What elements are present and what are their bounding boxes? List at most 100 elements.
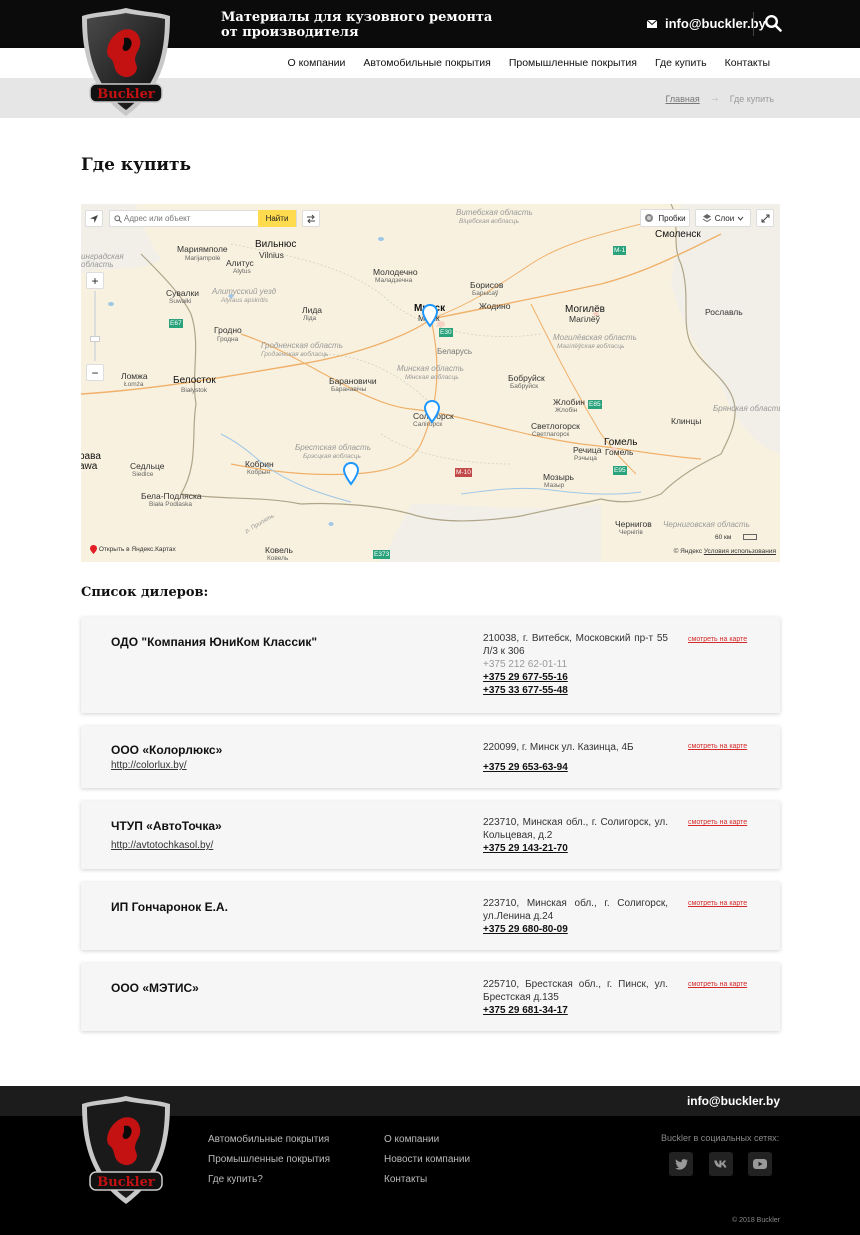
dealer-website-link[interactable]: http://avtotochkasol.by/ xyxy=(111,840,213,851)
map-layers-button[interactable]: Слои xyxy=(695,209,751,227)
search-icon[interactable] xyxy=(764,14,782,32)
dealer-map-link[interactable]: смотреть на карте xyxy=(688,900,747,907)
breadcrumb-arrow-icon: → xyxy=(709,93,720,104)
dealer-card: ИП Гончаронок Е.А. 223710, Минская обл.,… xyxy=(81,882,780,950)
footer-link-where-to-buy[interactable]: Где купить? xyxy=(208,1174,330,1185)
map-geolocation-button[interactable] xyxy=(85,210,103,227)
dealer-address: 225710, Брестская обл., г. Пинск, ул. Бр… xyxy=(483,979,668,1003)
buckler-logo[interactable]: Buckler xyxy=(80,6,172,118)
zoom-slider-track[interactable] xyxy=(94,291,96,361)
nav-industrial-coatings[interactable]: Промышленные покрытия xyxy=(509,57,637,69)
map-fullscreen-button[interactable] xyxy=(756,209,774,227)
map-route-button[interactable] xyxy=(302,210,320,227)
tagline-line-1: Материалы для кузовного ремонта xyxy=(221,10,493,25)
map-city-mogilev-sub: Магілёў xyxy=(569,314,600,324)
map-city-warsaw-sub: awa xyxy=(81,461,98,472)
map-region-brest: Брестская область xyxy=(295,443,371,452)
nav-auto-coatings[interactable]: Автомобильные покрытия xyxy=(363,57,490,69)
map-city-svetlogorsk-sub: Светлагорск xyxy=(532,431,570,438)
header-email-link[interactable]: info@buckler.by xyxy=(647,16,766,31)
breadcrumb-home[interactable]: Главная xyxy=(665,94,699,104)
map-region-lith2: область xyxy=(81,260,114,269)
dealer-map-link[interactable]: смотреть на карте xyxy=(688,819,747,826)
dealer-name: ЧТУП «АвтоТочка» xyxy=(111,819,222,833)
map-city-belostok: Белосток xyxy=(173,375,216,386)
dealer-phone[interactable]: +375 29 143-21-70 xyxy=(483,842,568,855)
map-road-e67: E67 xyxy=(169,319,183,328)
dealer-address: 223710, Минская обл., г. Солигорск, ул.Л… xyxy=(483,898,668,922)
footer-col-products: Автомобильные покрытия Промышленные покр… xyxy=(208,1134,330,1194)
map-city-bobruisk-sub: Бабруйск xyxy=(510,383,539,390)
dealer-phone[interactable]: +375 33 677-55-48 xyxy=(483,684,568,697)
footer: Buckler Автомобильные покрытия Промышлен… xyxy=(0,1096,860,1235)
twitter-button[interactable] xyxy=(669,1152,693,1176)
map-country: Беларусь xyxy=(437,347,472,356)
footer-link-contacts[interactable]: Контакты xyxy=(384,1174,470,1185)
map-city-rechitsa-sub: Рэчыца xyxy=(574,455,597,462)
footer-email-link[interactable]: info@buckler.by xyxy=(687,1094,780,1108)
footer-link-about[interactable]: О компании xyxy=(384,1134,470,1145)
dealer-card: ЧТУП «АвтоТочка» http://avtotochkasol.by… xyxy=(81,801,780,869)
yandex-pin-icon xyxy=(90,545,97,554)
map-region-bryansk: Брянская область xyxy=(713,404,780,413)
zoom-out-button[interactable]: − xyxy=(86,364,104,381)
map-marker-soligorsk[interactable] xyxy=(424,400,440,424)
dealer-phone[interactable]: +375 29 680-80-09 xyxy=(483,923,568,936)
map-road-e85: E85 xyxy=(588,400,602,409)
map-city-borisov-sub: Барысаў xyxy=(472,290,499,297)
zoom-slider-handle[interactable] xyxy=(90,336,100,342)
map-region-vitebsk: Витебская область xyxy=(456,208,533,217)
nav-where-to-buy[interactable]: Где купить xyxy=(655,57,707,69)
footer-link-news[interactable]: Новости компании xyxy=(384,1154,470,1165)
chevron-down-icon xyxy=(737,216,744,221)
tagline-line-2: от производителя xyxy=(221,25,359,40)
map-layers-label: Слои xyxy=(714,213,735,223)
vk-button[interactable] xyxy=(709,1152,733,1176)
dealer-phone[interactable]: +375 29 681-34-17 xyxy=(483,1004,568,1017)
map-search-input[interactable] xyxy=(110,214,258,223)
map-terms-link[interactable]: Условия использования xyxy=(704,548,776,555)
map-copyright: © Яндекс Условия использования xyxy=(674,548,776,555)
dealer-map-link[interactable]: смотреть на карте xyxy=(688,981,747,988)
map-city-grodno: Гродно xyxy=(214,325,242,335)
map-road-m1: M-1 xyxy=(613,246,627,255)
dealer-website-link[interactable]: http://colorlux.by/ xyxy=(111,760,187,771)
map-city-kobrin-sub: Кобрын xyxy=(247,469,271,476)
map-city-zhlobin-sub: Жлобін xyxy=(555,407,578,414)
map-traffic-button[interactable]: Пробки xyxy=(640,209,690,227)
footer-link-industrial-coatings[interactable]: Промышленные покрытия xyxy=(208,1154,330,1165)
dealers-map[interactable]: Вильнюс Vilnius Мариямполе Marijampolė А… xyxy=(81,204,780,562)
map-find-button[interactable]: Найти xyxy=(258,209,296,227)
map-city-molodechno-sub: Маладзечна xyxy=(375,277,413,284)
dealer-phone[interactable]: +375 212 62-01-11 xyxy=(483,658,567,671)
map-city-mozyr-sub: Мазыр xyxy=(544,482,565,489)
dealer-map-link[interactable]: смотреть на карте xyxy=(688,743,747,750)
map-copyright-text: © Яндекс xyxy=(673,548,703,555)
footer-logo-text: Buckler xyxy=(97,1175,155,1190)
dealer-card: ООО «Колорлюкс» http://colorlux.by/ 2200… xyxy=(81,726,780,788)
nav-about[interactable]: О компании xyxy=(288,57,346,69)
map-search-icon xyxy=(114,215,122,223)
dealer-phone[interactable]: +375 29 653-63-94 xyxy=(483,761,568,774)
footer-link-auto-coatings[interactable]: Автомобильные покрытия xyxy=(208,1134,330,1145)
dealer-address: 220099, г. Минск ул. Казинца, 4Б xyxy=(483,742,634,753)
zoom-in-button[interactable]: + xyxy=(86,272,104,289)
dealer-phone[interactable]: +375 29 677-55-16 xyxy=(483,671,568,684)
youtube-button[interactable] xyxy=(748,1152,772,1176)
dealer-map-link[interactable]: смотреть на карте xyxy=(688,636,747,643)
map-region-alytus: Алитусский уезд xyxy=(212,287,277,296)
map-city-chernigov-sub: Чернігів xyxy=(619,529,643,536)
map-open-yandex[interactable]: Открыть в Яндекс.Картах xyxy=(90,545,176,554)
map-city-vilnius: Вильнюс xyxy=(255,239,297,250)
ruler-icon[interactable] xyxy=(743,534,758,541)
map-marker-minsk[interactable] xyxy=(422,304,438,328)
nav-contacts[interactable]: Контакты xyxy=(725,57,770,69)
map-city-belostok-sub: Białystok xyxy=(181,387,208,394)
footer-logo[interactable]: Buckler xyxy=(80,1094,172,1206)
map-region-alytus-sub: Alytaus apskritis xyxy=(221,297,268,304)
twitter-icon xyxy=(674,1158,688,1170)
map-open-yandex-label: Открыть в Яндекс.Картах xyxy=(98,546,176,554)
map-marker-pinsk[interactable] xyxy=(343,462,359,486)
map-scale-label: 60 км xyxy=(715,534,732,541)
logo-text: Buckler xyxy=(97,87,155,102)
